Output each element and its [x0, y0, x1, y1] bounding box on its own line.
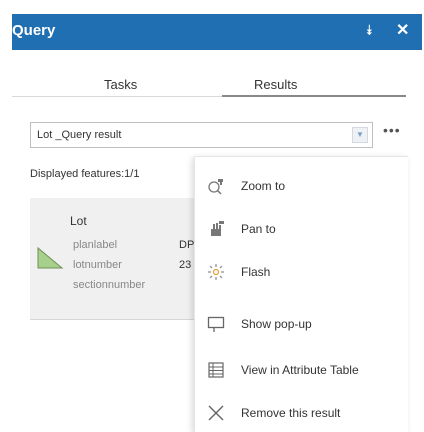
table-icon [208, 362, 224, 378]
menu-item-pan-to[interactable]: Pan to [195, 208, 409, 248]
menu-item-zoom-to[interactable]: Zoom to [195, 165, 409, 205]
result-title: Lot [70, 214, 87, 228]
menu-label-view-attribute-table: View in Attribute Table [241, 363, 359, 377]
chevron-down-icon[interactable]: ▼ [352, 127, 368, 143]
remove-icon [208, 405, 224, 421]
menu-label-pan-to: Pan to [241, 222, 276, 236]
widget-title: Query [12, 22, 56, 39]
attr-name-lotnumber: lotnumber [73, 259, 122, 271]
attr-value-planlabel: DP [179, 239, 195, 251]
menu-label-flash: Flash [241, 265, 271, 279]
tab-tasks[interactable]: Tasks [104, 77, 137, 92]
attr-name-planlabel: planlabel [73, 239, 118, 251]
menu-label-show-popup: Show pop-up [241, 317, 312, 331]
menu-label-zoom-to: Zoom to [241, 179, 286, 193]
menu-item-view-attribute-table[interactable]: View in Attribute Table [195, 349, 409, 389]
pan-to-icon [211, 221, 224, 236]
polygon-icon [37, 246, 64, 269]
result-item[interactable]: Lot planlabel DP lotnumber 23 sectionnum… [30, 198, 220, 320]
result-context-menu: Zoom to Pan to Flash Show pop-up View in… [194, 156, 408, 432]
menu-item-flash[interactable]: Flash [195, 251, 409, 291]
attr-name-sectionnumber: sectionnumber [73, 279, 146, 291]
attr-value-lotnumber: 23 [179, 259, 192, 271]
menu-label-remove-result: Remove this result [241, 406, 341, 420]
popup-icon [207, 316, 225, 332]
zoom-to-icon [208, 179, 223, 195]
displayed-features-count: Displayed features:1/1 [30, 168, 140, 180]
results-select-value: Lot _Query result [37, 129, 122, 141]
double-chevron-up-icon[interactable]: ⯯ [365, 22, 373, 39]
flash-icon [208, 264, 224, 280]
results-select[interactable]: Lot _Query result ▼ [30, 122, 373, 148]
more-options-button[interactable]: ••• [383, 122, 401, 138]
menu-item-remove-result[interactable]: Remove this result [195, 392, 409, 432]
tab-active-indicator [222, 95, 406, 97]
widget-header: Query ⯯ ✕ [12, 14, 422, 50]
close-icon[interactable]: ✕ [396, 20, 409, 40]
tab-results[interactable]: Results [254, 77, 297, 92]
menu-item-show-popup[interactable]: Show pop-up [195, 303, 409, 343]
